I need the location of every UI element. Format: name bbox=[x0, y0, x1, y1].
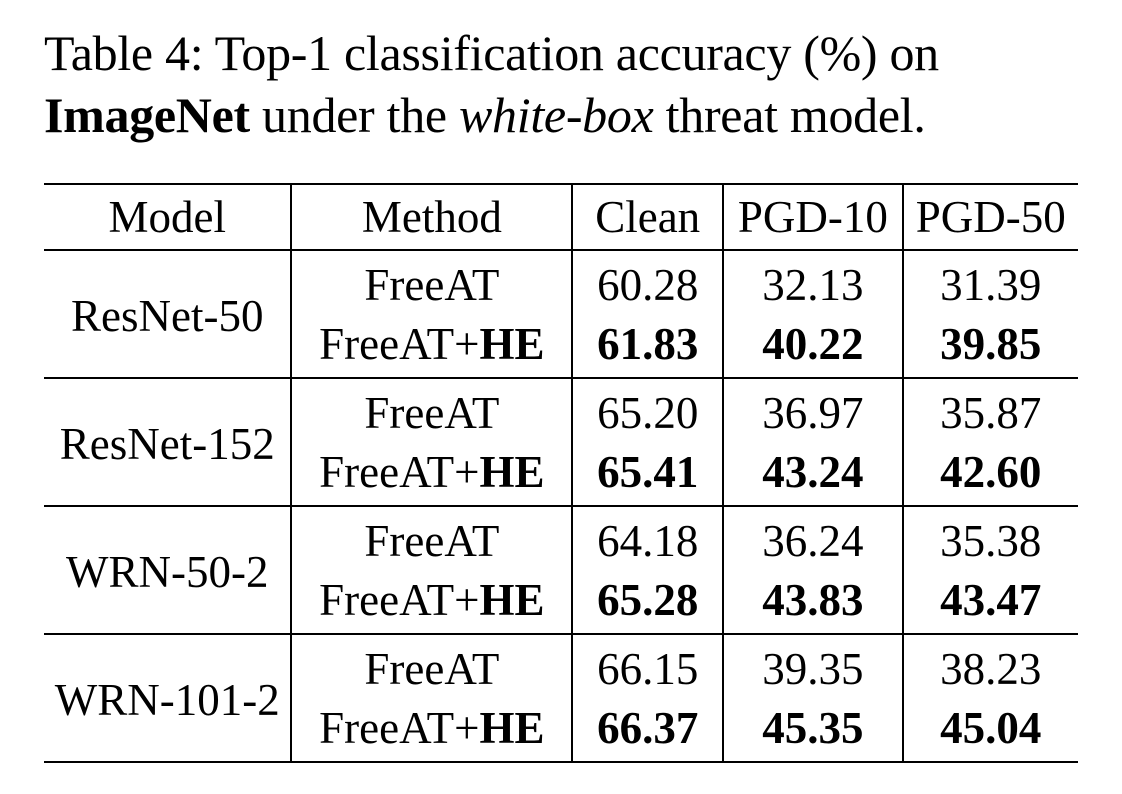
method-cell: FreeAT bbox=[290, 634, 573, 698]
method-name: FreeAT bbox=[364, 259, 500, 310]
method-name: FreeAT+ bbox=[319, 702, 480, 753]
pgd10-cell: 40.22 bbox=[722, 314, 903, 378]
caption-suffix: threat model. bbox=[653, 87, 926, 143]
header-method: Method bbox=[290, 184, 573, 250]
method-cell: FreeAT bbox=[290, 250, 573, 314]
model-cell: WRN-50-2 bbox=[66, 547, 269, 597]
pgd10-cell: 39.35 bbox=[722, 634, 903, 698]
clean-cell: 61.83 bbox=[571, 314, 724, 378]
method-name: FreeAT+ bbox=[319, 574, 480, 625]
caption-middle: under the bbox=[249, 87, 459, 143]
pgd50-cell: 39.85 bbox=[901, 314, 1078, 378]
header-row: Model Method Clean PGD-10 PGD-50 bbox=[44, 184, 1078, 250]
method-cell: FreeAT+HE bbox=[290, 314, 573, 378]
clean-cell: 65.28 bbox=[571, 570, 724, 634]
method-cell: FreeAT+HE bbox=[290, 570, 573, 634]
method-name: FreeAT bbox=[364, 643, 500, 694]
clean-cell: 60.28 bbox=[571, 250, 724, 314]
pgd50-cell: 38.23 bbox=[901, 634, 1078, 698]
clean-cell: 64.18 bbox=[571, 506, 724, 570]
table-caption: Table 4: Top-1 classification accuracy (… bbox=[44, 22, 1084, 146]
model-cell: ResNet-152 bbox=[59, 419, 275, 469]
clean-cell: 65.41 bbox=[571, 442, 724, 506]
pgd10-cell: 45.35 bbox=[722, 698, 903, 762]
pgd10-cell: 36.97 bbox=[722, 378, 903, 442]
method-suffix-bold: HE bbox=[479, 318, 545, 369]
table-row: WRN-50-2 FreeAT 64.18 36.24 35.38 bbox=[44, 506, 1078, 597]
method-name: FreeAT+ bbox=[319, 446, 480, 497]
caption-dataset: ImageNet bbox=[44, 87, 250, 143]
pgd10-cell: 32.13 bbox=[722, 250, 903, 314]
method-suffix-bold: HE bbox=[479, 574, 545, 625]
table-row: ResNet-152 FreeAT 65.20 36.97 35.87 bbox=[44, 378, 1078, 469]
clean-cell: 66.37 bbox=[571, 698, 724, 762]
method-cell: FreeAT bbox=[290, 378, 573, 442]
header-pgd10: PGD-10 bbox=[722, 184, 903, 250]
model-group: ResNet-50 FreeAT 60.28 32.13 31.39 FreeAT+HE 6… bbox=[44, 250, 1078, 378]
model-group: WRN-101-2 FreeAT 66.15 39.35 38.23 FreeAT+HE 6… bbox=[44, 634, 1078, 762]
pgd50-cell: 45.04 bbox=[901, 698, 1078, 762]
pgd10-cell: 43.24 bbox=[722, 442, 903, 506]
pgd50-cell: 43.47 bbox=[901, 570, 1078, 634]
model-cell: ResNet-50 bbox=[71, 291, 264, 341]
method-suffix-bold: HE bbox=[479, 446, 545, 497]
method-name: FreeAT bbox=[364, 515, 500, 566]
header-pgd50: PGD-50 bbox=[901, 184, 1078, 250]
method-suffix-bold: HE bbox=[479, 702, 545, 753]
method-cell: FreeAT+HE bbox=[290, 442, 573, 506]
method-cell: FreeAT bbox=[290, 506, 573, 570]
pgd50-cell: 42.60 bbox=[901, 442, 1078, 506]
model-group: ResNet-152 FreeAT 65.20 36.97 35.87 FreeAT+HE… bbox=[44, 378, 1078, 506]
method-name: FreeAT bbox=[364, 387, 500, 438]
method-cell: FreeAT+HE bbox=[290, 698, 573, 762]
clean-cell: 65.20 bbox=[571, 378, 724, 442]
pgd50-cell: 31.39 bbox=[901, 250, 1078, 314]
header-clean: Clean bbox=[571, 184, 724, 250]
table-row: ResNet-50 FreeAT 60.28 32.13 31.39 bbox=[44, 250, 1078, 341]
pgd10-cell: 36.24 bbox=[722, 506, 903, 570]
pgd50-cell: 35.38 bbox=[901, 506, 1078, 570]
model-cell: WRN-101-2 bbox=[54, 675, 280, 725]
clean-cell: 66.15 bbox=[571, 634, 724, 698]
results-table: Model Method Clean PGD-10 PGD-50 ResNet-… bbox=[44, 183, 1078, 763]
header-model: Model bbox=[108, 192, 226, 242]
pgd50-cell: 35.87 bbox=[901, 378, 1078, 442]
pgd10-cell: 43.83 bbox=[722, 570, 903, 634]
method-name: FreeAT+ bbox=[319, 318, 480, 369]
table-row: WRN-101-2 FreeAT 66.15 39.35 38.23 bbox=[44, 634, 1078, 725]
caption-threat-model: white-box bbox=[459, 87, 654, 143]
caption-prefix: Table 4: Top-1 classification accuracy (… bbox=[44, 25, 939, 81]
model-group: WRN-50-2 FreeAT 64.18 36.24 35.38 FreeAT+HE 65… bbox=[44, 506, 1078, 634]
